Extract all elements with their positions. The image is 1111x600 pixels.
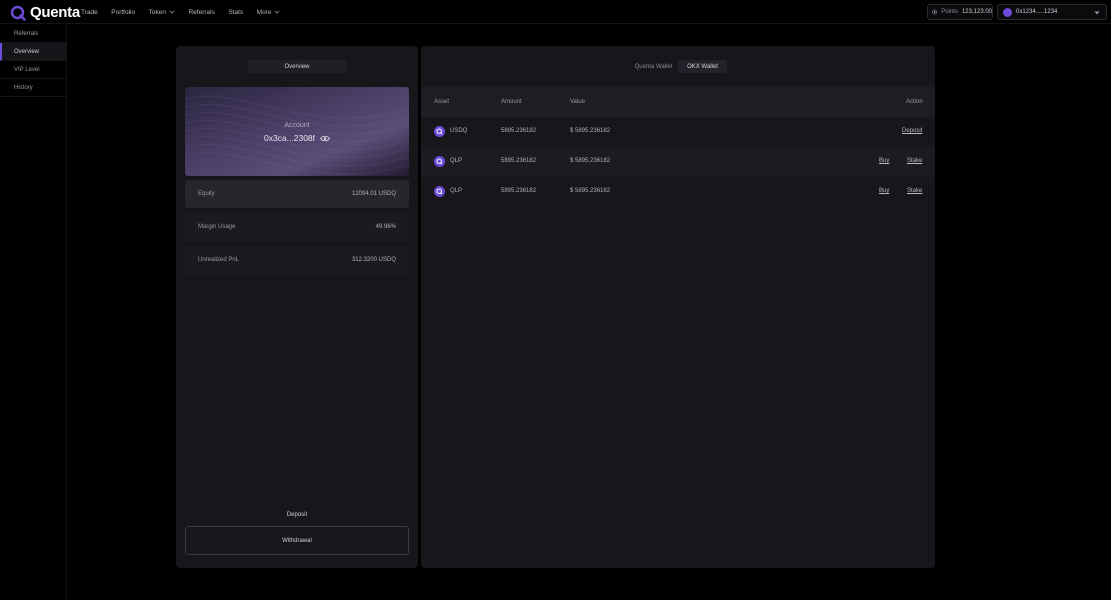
stake-link[interactable]: Stake: [907, 188, 922, 194]
unrealized-pnl-row: Unrealized PnL 312.3200 USDQ: [185, 246, 409, 274]
asset-value: $ 5895.236182: [570, 188, 611, 194]
nav-trade[interactable]: Trade: [81, 9, 98, 16]
account-label: Account: [284, 122, 310, 129]
asset-amount: 5895.236182: [501, 158, 537, 164]
asset-amount: 5895.236182: [501, 128, 537, 134]
points-badge[interactable]: Points 123,123.00: [927, 4, 993, 20]
points-icon: [932, 9, 938, 15]
buy-link[interactable]: Buy: [879, 158, 889, 164]
wallet-assets-panel: Quenta Wallet OKX Wallet Asset Amount Va…: [421, 46, 935, 568]
column-header-value: Value: [570, 99, 585, 105]
deposit-link[interactable]: Deposit: [902, 128, 922, 134]
withdrawal-button[interactable]: Withdrawal: [185, 526, 409, 555]
column-header-asset: Asset: [434, 99, 450, 105]
sidebar-item-overview[interactable]: Overview: [0, 43, 66, 61]
caret-down-icon: [1094, 11, 1100, 15]
asset-amount: 5895.236182: [501, 188, 537, 194]
avatar: [1003, 7, 1012, 17]
nav-referrals-label: Referrals: [188, 8, 215, 16]
main-nav-links: Trade Portfolio Token Referrals Stats Mo…: [81, 0, 294, 24]
account-address: 0x3ca...2308f: [263, 133, 316, 143]
tab-okx-wallet[interactable]: OKX Wallet: [678, 60, 727, 73]
asset-name: QLP: [450, 188, 463, 194]
nav-portfolio-label: Portfolio: [111, 8, 136, 16]
equity-row: Equity 12094.01 USDQ: [185, 180, 409, 208]
qlp-token-icon: [434, 156, 445, 167]
asset-value: $ 5895.236182: [570, 128, 611, 134]
unrealized-pnl-value: 312.3200 USDQ: [351, 257, 396, 263]
sidebar: Referrals Overview VIP Level History: [0, 25, 67, 600]
sidebar-item-history[interactable]: History: [0, 79, 66, 97]
wallet-address: 0x1234.....1234: [1016, 9, 1058, 15]
nav-token[interactable]: Token: [149, 9, 175, 16]
nav-trade-label: Trade: [81, 8, 98, 16]
nav-portfolio[interactable]: Portfolio: [111, 9, 135, 16]
table-header: Asset Amount Value Action: [421, 87, 935, 117]
table-row: QLP 5895.236182 $ 5895.236182 Buy Stake: [421, 177, 935, 207]
brand-name: Quenta: [30, 4, 80, 21]
tab-overview[interactable]: Overview: [248, 60, 346, 73]
qlp-token-icon: [434, 186, 445, 197]
wallet-connect-button[interactable]: 0x1234.....1234: [997, 4, 1107, 20]
margin-usage-value: 49.96%: [375, 224, 396, 230]
unrealized-pnl-label: Unrealized PnL: [198, 257, 240, 263]
sidebar-item-label: Referrals: [14, 30, 39, 37]
margin-usage-label: Margin Usage: [198, 224, 236, 230]
wallet-tabs: Quenta Wallet OKX Wallet: [629, 60, 727, 73]
nav-more-label: More: [256, 8, 272, 16]
chevron-down-icon: [275, 10, 280, 14]
nav-stats-label: Stats: [228, 8, 244, 16]
account-address-row: 0x3ca...2308f: [185, 133, 409, 143]
brand-logo[interactable]: Quenta: [10, 4, 80, 21]
column-header-action: Action: [906, 99, 923, 105]
points-value: 123,123.00: [961, 9, 992, 15]
column-header-amount: Amount: [501, 99, 522, 105]
points-label: Points: [941, 9, 958, 15]
sidebar-item-label: VIP Level: [14, 66, 40, 73]
sidebar-item-label: Overview: [14, 48, 40, 55]
margin-usage-row: Margin Usage 49.96%: [185, 213, 409, 241]
nav-referrals[interactable]: Referrals: [188, 9, 214, 16]
equity-label: Equity: [198, 191, 215, 197]
deposit-button[interactable]: Deposit: [176, 512, 418, 518]
account-card-background: [185, 87, 409, 176]
sidebar-item-label: History: [14, 84, 33, 91]
eye-icon[interactable]: [320, 135, 330, 142]
chevron-down-icon: [169, 10, 175, 14]
buy-link[interactable]: Buy: [879, 188, 889, 194]
top-navigation: Quenta Trade Portfolio Token Referrals S…: [0, 0, 1111, 24]
quenta-logo-icon: [10, 5, 26, 21]
asset-value: $ 5895.236182: [570, 158, 611, 164]
sidebar-item-vip-level[interactable]: VIP Level: [0, 61, 66, 79]
usdq-token-icon: [434, 126, 445, 137]
nav-stats[interactable]: Stats: [228, 9, 243, 16]
tab-quenta-wallet[interactable]: Quenta Wallet: [629, 60, 678, 73]
account-panel: Overview Account 0x3ca...2308f Equity 12…: [176, 46, 418, 568]
account-card: Account 0x3ca...2308f: [185, 87, 409, 176]
stake-link[interactable]: Stake: [907, 158, 922, 164]
asset-name: USDQ: [450, 128, 468, 134]
nav-more[interactable]: More: [257, 9, 281, 16]
nav-token-label: Token: [148, 8, 166, 16]
sidebar-item-referrals[interactable]: Referrals: [0, 25, 66, 43]
table-row: QLP 5895.236182 $ 5895.236182 Buy Stake: [421, 147, 935, 177]
asset-name: QLP: [450, 158, 463, 164]
equity-value: 12094.01 USDQ: [351, 191, 396, 197]
table-row: USDQ 5895.236182 $ 5895.236182 Deposit: [421, 117, 935, 147]
